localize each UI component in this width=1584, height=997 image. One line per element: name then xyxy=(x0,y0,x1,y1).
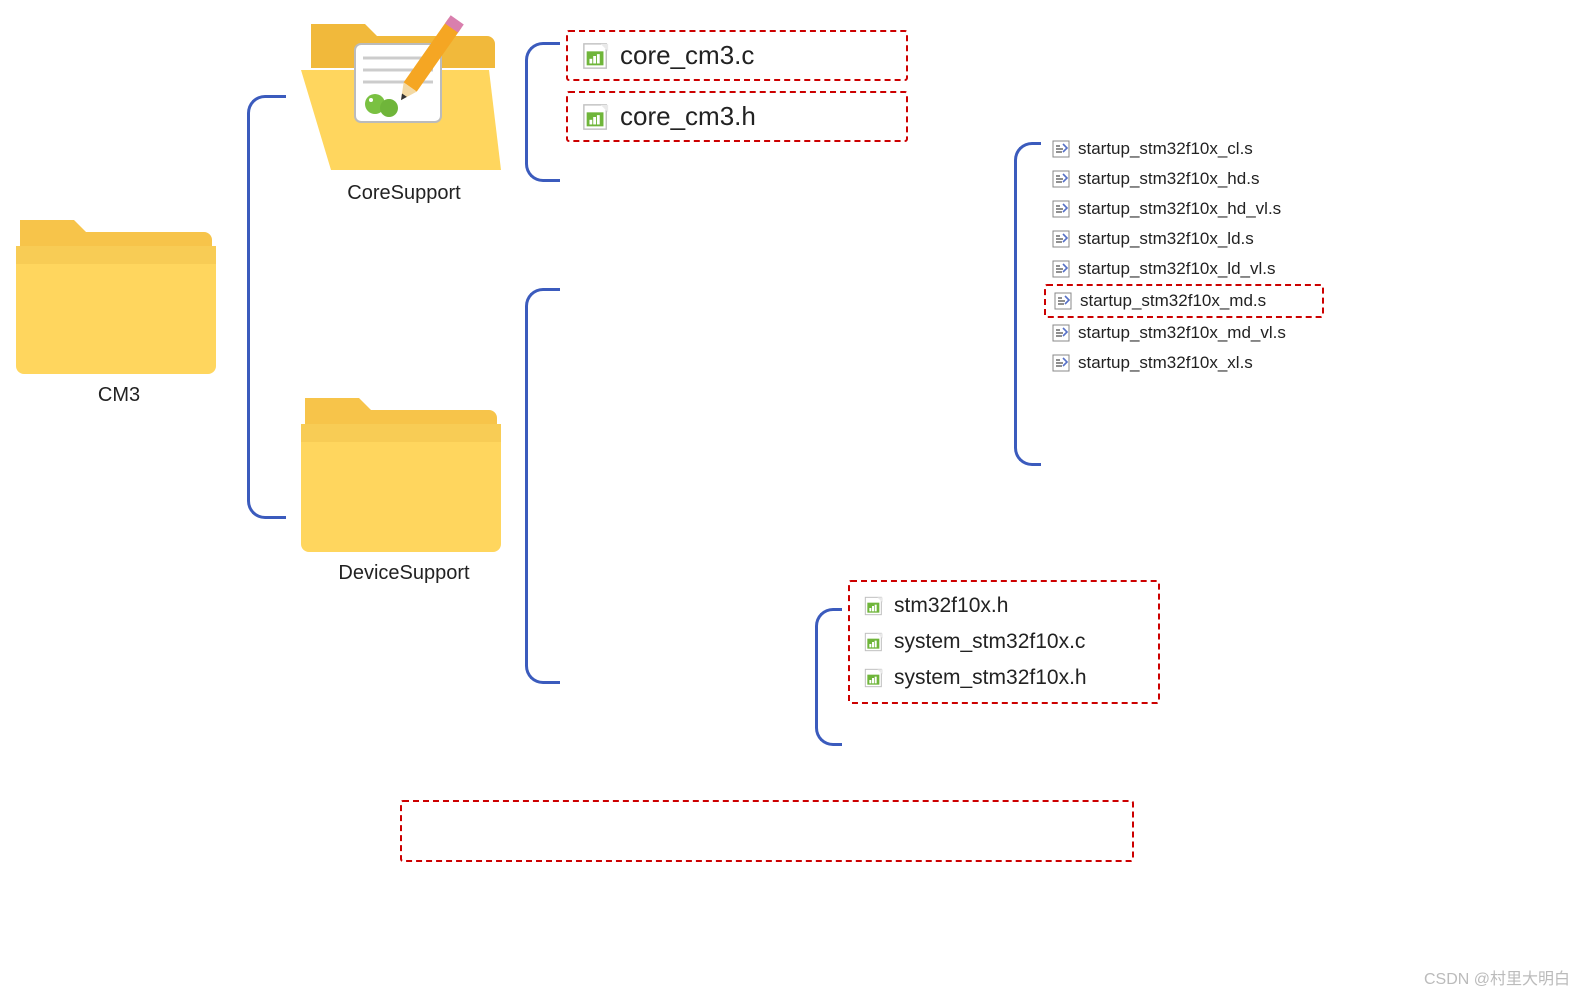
folder-coresupport-label: CoreSupport xyxy=(293,182,515,205)
file-label: system_stm32f10x.h xyxy=(894,666,1087,690)
file-label: startup_stm32f10x_hd.s xyxy=(1078,169,1259,189)
source-icon xyxy=(582,42,610,70)
file-stm32f10x-h[interactable]: stm32f10x.h xyxy=(854,588,1154,624)
brace-cm3 xyxy=(247,95,286,519)
source-icon xyxy=(582,103,610,131)
folder-cm3-label: CM3 xyxy=(0,384,238,407)
file-system-stm32f10x-h[interactable]: system_stm32f10x.h xyxy=(854,660,1154,696)
asm-icon xyxy=(1052,200,1070,218)
folder-devicesupport-label: DeviceSupport xyxy=(293,562,515,585)
file-label: startup_stm32f10x_md_vl.s xyxy=(1078,323,1286,343)
asm-icon xyxy=(1052,140,1070,158)
file-startup-ld[interactable]: startup_stm32f10x_ld.s xyxy=(1044,224,1324,254)
core-files-box: core_cm3.c core_cm3.h xyxy=(566,30,908,142)
file-startup-cl[interactable]: startup_stm32f10x_cl.s xyxy=(1044,134,1324,164)
file-system-stm32f10x-c[interactable]: system_stm32f10x.c xyxy=(854,624,1154,660)
file-label: core_cm3.h xyxy=(620,101,756,132)
file-label: system_stm32f10x.c xyxy=(894,630,1085,654)
system-files-box: stm32f10x.h system_stm32f10x.c system_st… xyxy=(848,580,1160,704)
brace-device xyxy=(525,288,560,684)
brace-core xyxy=(525,42,560,182)
file-startup-md-vl[interactable]: startup_stm32f10x_md_vl.s xyxy=(1044,318,1324,348)
folder-cm3: CM3 xyxy=(0,202,238,407)
file-label: core_cm3.c xyxy=(620,40,754,71)
file-label: startup_stm32f10x_xl.s xyxy=(1078,353,1253,373)
watermark: CSDN @村里大明白 xyxy=(1424,965,1570,989)
file-core-cm3-c[interactable]: core_cm3.c xyxy=(566,30,908,81)
asm-icon xyxy=(1052,260,1070,278)
asm-icon xyxy=(1052,230,1070,248)
asm-icon xyxy=(1052,324,1070,342)
source-icon xyxy=(864,632,884,652)
folder-coresupport: CoreSupport xyxy=(293,10,515,205)
file-startup-xl[interactable]: startup_stm32f10x_xl.s xyxy=(1044,348,1324,378)
file-label: startup_stm32f10x_ld_vl.s xyxy=(1078,259,1276,279)
file-startup-md[interactable]: startup_stm32f10x_md.s xyxy=(1044,284,1324,318)
file-label: startup_stm32f10x_ld.s xyxy=(1078,229,1254,249)
startup-files-box: startup_stm32f10x_cl.s startup_stm32f10x… xyxy=(1044,134,1324,378)
file-label: startup_stm32f10x_cl.s xyxy=(1078,139,1253,159)
source-icon xyxy=(864,668,884,688)
file-startup-hd[interactable]: startup_stm32f10x_hd.s xyxy=(1044,164,1324,194)
brace-system xyxy=(815,608,842,746)
source-icon xyxy=(864,596,884,616)
asm-icon xyxy=(1052,354,1070,372)
asm-icon xyxy=(1054,292,1072,310)
brace-startup xyxy=(1014,142,1041,466)
file-label: stm32f10x.h xyxy=(894,594,1008,618)
file-startup-hd-vl[interactable]: startup_stm32f10x_hd_vl.s xyxy=(1044,194,1324,224)
file-startup-ld-vl[interactable]: startup_stm32f10x_ld_vl.s xyxy=(1044,254,1324,284)
file-core-cm3-h[interactable]: core_cm3.h xyxy=(566,91,908,142)
folder-devicesupport: DeviceSupport xyxy=(293,380,515,585)
asm-icon xyxy=(1052,170,1070,188)
file-label: startup_stm32f10x_hd_vl.s xyxy=(1078,199,1281,219)
file-label: startup_stm32f10x_md.s xyxy=(1080,291,1266,311)
empty-highlight-box xyxy=(400,800,1134,862)
